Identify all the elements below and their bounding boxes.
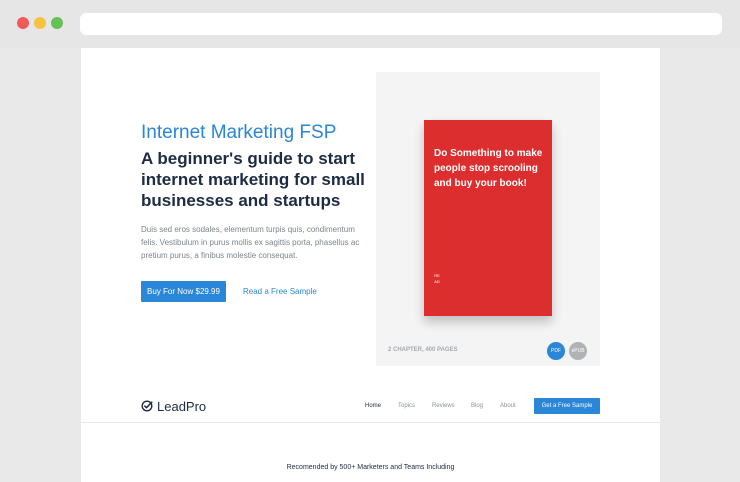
close-window-button[interactable] [17,17,29,29]
browser-chrome [0,0,740,48]
landing-page: Internet Marketing FSP A beginner's guid… [81,48,660,482]
nav-item-topics[interactable]: Topics [398,403,415,409]
pdf-format-badge[interactable]: PDF [547,342,565,360]
read-free-sample-link[interactable]: Read a Free Sample [243,287,317,296]
book-cover-text: Do Something to make people stop scrooli… [434,148,543,189]
hero-title: Internet Marketing FSP [141,122,337,143]
hero-description: Duis sed eros sodales, elementum turpis … [141,225,360,260]
hero-headline: A beginner's guide to start internet mar… [141,149,365,210]
book-meta: 2 CHAPTER, 400 PAGES [388,347,458,353]
get-free-sample-button[interactable]: Get a Free Sample [534,398,600,414]
logo[interactable]: LeadPro [141,398,207,414]
recommended-by-text: Recomended by 500+ Marketers and Teams I… [286,464,455,471]
address-bar[interactable] [80,13,722,35]
navbar: LeadPro Home Topics Reviews Blog About G… [81,388,660,423]
minimize-window-button[interactable] [34,17,46,29]
nav-item-blog[interactable]: Blog [471,403,483,409]
buy-now-button[interactable]: Buy For Now $29.99 [141,281,226,302]
book-spine-text: READ [434,273,440,284]
nav-item-reviews[interactable]: Reviews [432,403,455,409]
epub-format-badge[interactable]: ePUB [569,342,587,360]
nav-item-about[interactable]: About [500,403,516,409]
nav-item-home[interactable]: Home [365,403,381,409]
check-circle-icon [141,400,153,412]
logo-text: LeadPro [157,398,207,414]
maximize-window-button[interactable] [51,17,63,29]
book-cover-panel: Do Something to make people stop scrooli… [376,72,600,366]
book-cover: Do Something to make people stop scrooli… [424,120,552,316]
